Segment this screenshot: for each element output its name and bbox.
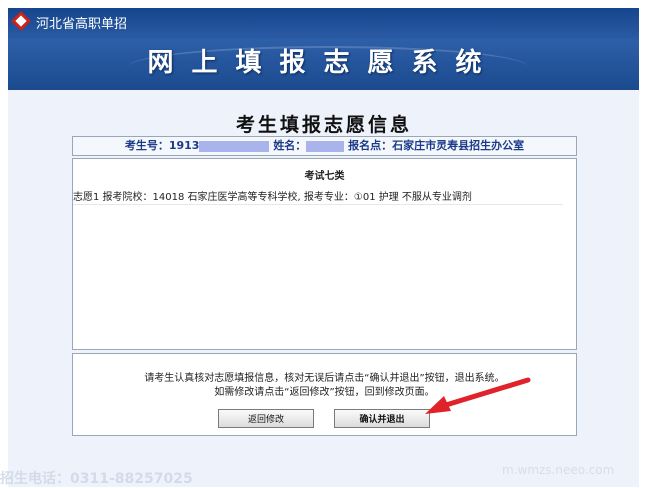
arrow-pointer-icon (425, 377, 531, 414)
footer-phone-watermark: 招生电话：0311-88257025 (0, 471, 193, 487)
footer-url-watermark: m.wmzs.neeo.com (502, 463, 615, 477)
